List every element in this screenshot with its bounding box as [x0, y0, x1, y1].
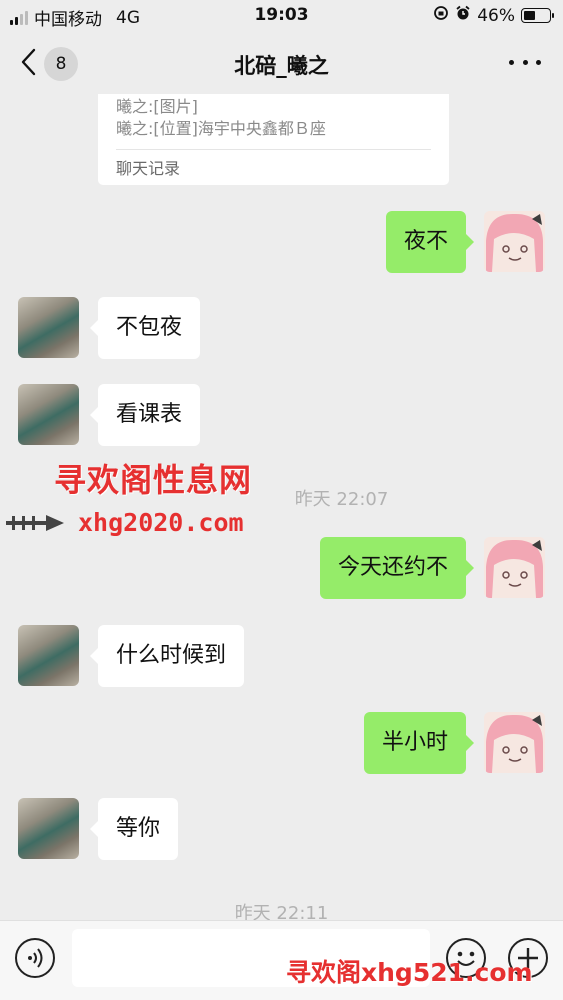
message-bubble-received[interactable]: 看课表 [89, 384, 201, 446]
watermark-text-bottom: 寻欢阁xhg521.com [286, 958, 533, 987]
contact-avatar[interactable] [18, 625, 79, 686]
card-footer: 聊天记录 [116, 159, 181, 178]
message-bubble-received[interactable]: 不包夜 [89, 297, 201, 359]
watermark-text: 寻欢阁性息网 [54, 461, 253, 499]
status-right: 46% [433, 5, 554, 26]
ellipsis-icon [509, 59, 514, 65]
message-bubble-sent[interactable]: 今天还约不 [319, 537, 475, 599]
alarm-icon [455, 5, 471, 26]
my-avatar[interactable] [484, 712, 545, 773]
battery-percent: 46% [477, 5, 515, 26]
battery-icon [521, 8, 554, 23]
card-line: 曦之:[位置]海宇中央鑫都Ｂ座 [116, 119, 326, 138]
message-bubble-sent[interactable]: 夜不 [385, 211, 475, 273]
message-bubble-received[interactable]: 什么时候到 [89, 625, 245, 687]
my-avatar[interactable] [484, 537, 545, 598]
anime-avatar-icon [484, 537, 545, 598]
anime-avatar-icon [484, 712, 545, 773]
rotation-lock-icon [433, 5, 449, 26]
anime-avatar-icon [484, 211, 545, 272]
chat-history-card[interactable]: 曦之:[图片] 曦之:[位置]海宇中央鑫都Ｂ座 聊天记录 [98, 94, 449, 185]
contact-avatar[interactable] [18, 798, 79, 859]
my-avatar[interactable] [484, 211, 545, 272]
message-bubble-received[interactable]: 等你 [89, 798, 179, 860]
card-divider [116, 149, 431, 150]
voice-icon [28, 948, 43, 968]
card-line: 曦之:[图片] [116, 97, 198, 116]
contact-avatar[interactable] [18, 384, 79, 445]
nav-bar: 8 北碚_曦之 [0, 32, 563, 94]
contact-avatar[interactable] [18, 297, 79, 358]
chat-title: 北碚_曦之 [234, 54, 329, 78]
status-bar: 中国移动 4G 19:03 46% [0, 0, 563, 32]
message-bubble-sent[interactable]: 半小时 [363, 712, 475, 774]
watermark-arrow-icon [6, 515, 64, 531]
more-options-button[interactable] [509, 52, 541, 72]
watermark-url: xhg2020.com [78, 508, 244, 537]
voice-input-button[interactable] [15, 938, 55, 978]
